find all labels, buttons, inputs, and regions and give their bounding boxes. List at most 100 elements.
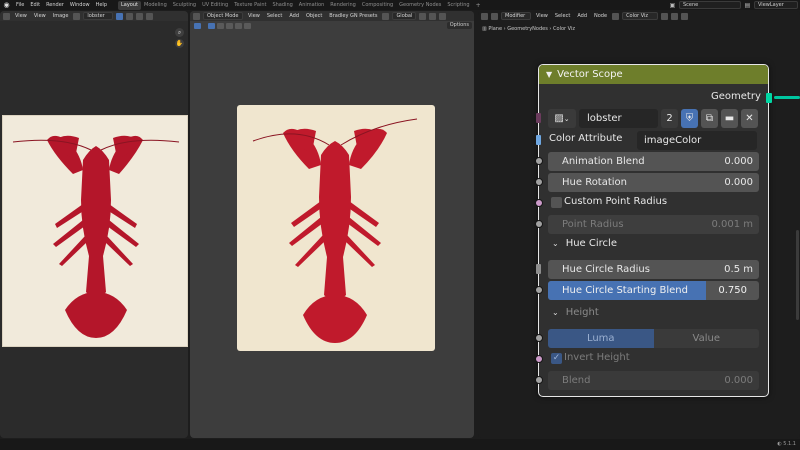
menu-view[interactable]: View [32, 13, 48, 19]
hue-rotation-field[interactable]: Hue Rotation 0.000 [548, 173, 759, 192]
snap-icon[interactable] [429, 12, 437, 20]
open-folder-icon[interactable]: ▬ [721, 109, 738, 128]
menu-view[interactable]: View [534, 13, 550, 19]
select-new-icon[interactable] [208, 22, 215, 29]
hue-rotation-socket[interactable] [535, 178, 543, 186]
pivot-icon[interactable] [419, 12, 427, 20]
scene-selector[interactable]: Scene [679, 1, 741, 9]
duplicate-image-icon[interactable]: ⧉ [701, 109, 718, 128]
pan-hand-icon[interactable]: ✋ [175, 39, 184, 48]
pin-icon[interactable] [146, 12, 154, 20]
open-image-icon[interactable] [136, 12, 144, 20]
node-tree-name-field[interactable]: Color Viz [622, 12, 659, 20]
custom-point-radius-socket[interactable] [535, 199, 543, 207]
hue-circle-radius-field[interactable]: Hue Circle Radius 0.5 m [548, 260, 759, 279]
workspace-tab-modeling[interactable]: Modeling [141, 1, 170, 10]
duplicate-icon[interactable] [671, 12, 679, 20]
image-name-field[interactable]: lobster [579, 109, 658, 128]
color-attribute-socket[interactable] [536, 135, 541, 145]
image-browse-icon[interactable] [73, 12, 81, 20]
hue-circle-radius-socket[interactable] [536, 264, 541, 274]
view-layer-selector[interactable]: ViewLayer [754, 1, 798, 9]
breadcrumb-item[interactable]: Plane [488, 26, 502, 32]
breadcrumb-item[interactable]: GeometryNodes [507, 26, 548, 32]
workspace-tab-shading[interactable]: Shading [269, 1, 295, 10]
image-editor[interactable]: View View Image lobster ⌕ ✋ [0, 11, 188, 438]
menu-file[interactable]: File [13, 2, 27, 8]
menu-render[interactable]: Render [43, 2, 67, 8]
menu-select[interactable]: Select [553, 13, 572, 19]
color-attribute-field[interactable]: imageColor [637, 131, 757, 150]
geometry-output-link[interactable] [774, 96, 800, 99]
editor-type-icon[interactable] [3, 12, 10, 20]
fake-user-icon[interactable] [661, 12, 669, 20]
image-browse-button[interactable]: ▨ ⌄ [548, 109, 576, 128]
height-mode-socket[interactable] [535, 334, 543, 342]
height-mode-value[interactable]: Value [653, 329, 759, 348]
3d-viewport[interactable]: Object Mode View Select Add Object Bradl… [190, 11, 474, 438]
close-icon[interactable]: ✕ [741, 109, 758, 128]
menu-window[interactable]: Window [67, 2, 93, 8]
blend-field[interactable]: Blend 0.000 [548, 371, 759, 390]
menu-bradley-gn-presets[interactable]: Bradley GN Presets [327, 13, 379, 19]
workspace-tab-layout[interactable]: Layout [118, 0, 141, 10]
blend-socket[interactable] [535, 376, 543, 384]
menu-view[interactable]: View [246, 13, 262, 19]
menu-select[interactable]: Select [265, 13, 284, 19]
new-image-icon[interactable] [126, 12, 134, 20]
animation-blend-field[interactable]: Animation Blend 0.000 [548, 152, 759, 171]
node-group-icon[interactable] [612, 12, 620, 20]
menu-image[interactable]: Image [51, 13, 71, 19]
lobster-image-canvas[interactable] [2, 115, 188, 347]
select-subtract-icon[interactable] [226, 22, 233, 29]
select-invert-icon[interactable] [235, 22, 242, 29]
select-intersect-icon[interactable] [244, 22, 251, 29]
image-editor-view-dropdown[interactable]: View [13, 13, 29, 19]
height-panel-header[interactable]: ⌄ Height [552, 307, 599, 318]
workspace-tab-rendering[interactable]: Rendering [327, 1, 359, 10]
breadcrumb-item[interactable]: Color Viz [553, 26, 575, 32]
editor-type-icon[interactable] [193, 12, 200, 20]
height-mode-luma[interactable]: Luma [548, 329, 654, 348]
invert-height-socket[interactable] [535, 355, 543, 363]
select-mode-icon[interactable] [194, 22, 201, 29]
workspace-tab-texture-paint[interactable]: Texture Paint [231, 1, 269, 10]
workspace-tab-uv-editing[interactable]: UV Editing [199, 1, 231, 10]
image-input-socket[interactable] [536, 113, 541, 123]
image-name-field[interactable]: lobster [83, 12, 114, 20]
hue-circle-starting-blend-slider[interactable]: Hue Circle Starting Blend 0.750 [548, 281, 759, 300]
image-users-count[interactable]: 2 [661, 109, 678, 128]
menu-node[interactable]: Node [592, 13, 609, 19]
menu-add[interactable]: Add [575, 13, 589, 19]
workspace-tab-geometry-nodes[interactable]: Geometry Nodes [396, 1, 444, 10]
hue-circle-panel-header[interactable]: ⌄ Hue Circle [552, 238, 617, 249]
menu-add[interactable]: Add [287, 13, 301, 19]
geometry-output-socket[interactable] [766, 93, 772, 103]
collapse-chevron-icon[interactable]: ▼ [546, 70, 552, 79]
lobster-plane-preview[interactable] [237, 105, 435, 351]
menu-help[interactable]: Help [93, 2, 110, 8]
point-radius-field[interactable]: Point Radius 0.001 m [548, 215, 759, 234]
workspace-tab-scripting[interactable]: Scripting [444, 1, 472, 10]
zoom-icon[interactable]: ⌕ [175, 28, 184, 37]
node-editor-scrollbar[interactable] [796, 230, 799, 320]
node-header[interactable]: ▼ Vector Scope [539, 65, 768, 84]
menu-object[interactable]: Object [304, 13, 324, 19]
animation-blend-socket[interactable] [535, 157, 543, 165]
workspace-tab-sculpting[interactable]: Sculpting [170, 1, 199, 10]
object-mode-dropdown[interactable]: Object Mode [203, 12, 243, 20]
hue-circle-starting-blend-socket[interactable] [535, 286, 543, 294]
invert-height-checkbox[interactable]: ✓ [551, 353, 562, 364]
unlink-icon[interactable] [681, 12, 689, 20]
menu-edit[interactable]: Edit [27, 2, 43, 8]
blender-logo-icon[interactable]: ◉ [2, 1, 11, 9]
modifier-dropdown[interactable]: Modifier [501, 12, 531, 20]
add-workspace-icon[interactable]: + [473, 2, 484, 9]
fake-user-shield-icon[interactable]: ⛨ [681, 109, 698, 128]
options-dropdown[interactable]: Options [446, 22, 472, 29]
workspace-tab-animation[interactable]: Animation [296, 1, 328, 10]
proportional-icon[interactable] [439, 12, 447, 20]
transform-orientation-dropdown[interactable]: Global [392, 12, 417, 20]
workspace-tab-compositing[interactable]: Compositing [359, 1, 396, 10]
editor-type-icon[interactable] [481, 12, 488, 20]
